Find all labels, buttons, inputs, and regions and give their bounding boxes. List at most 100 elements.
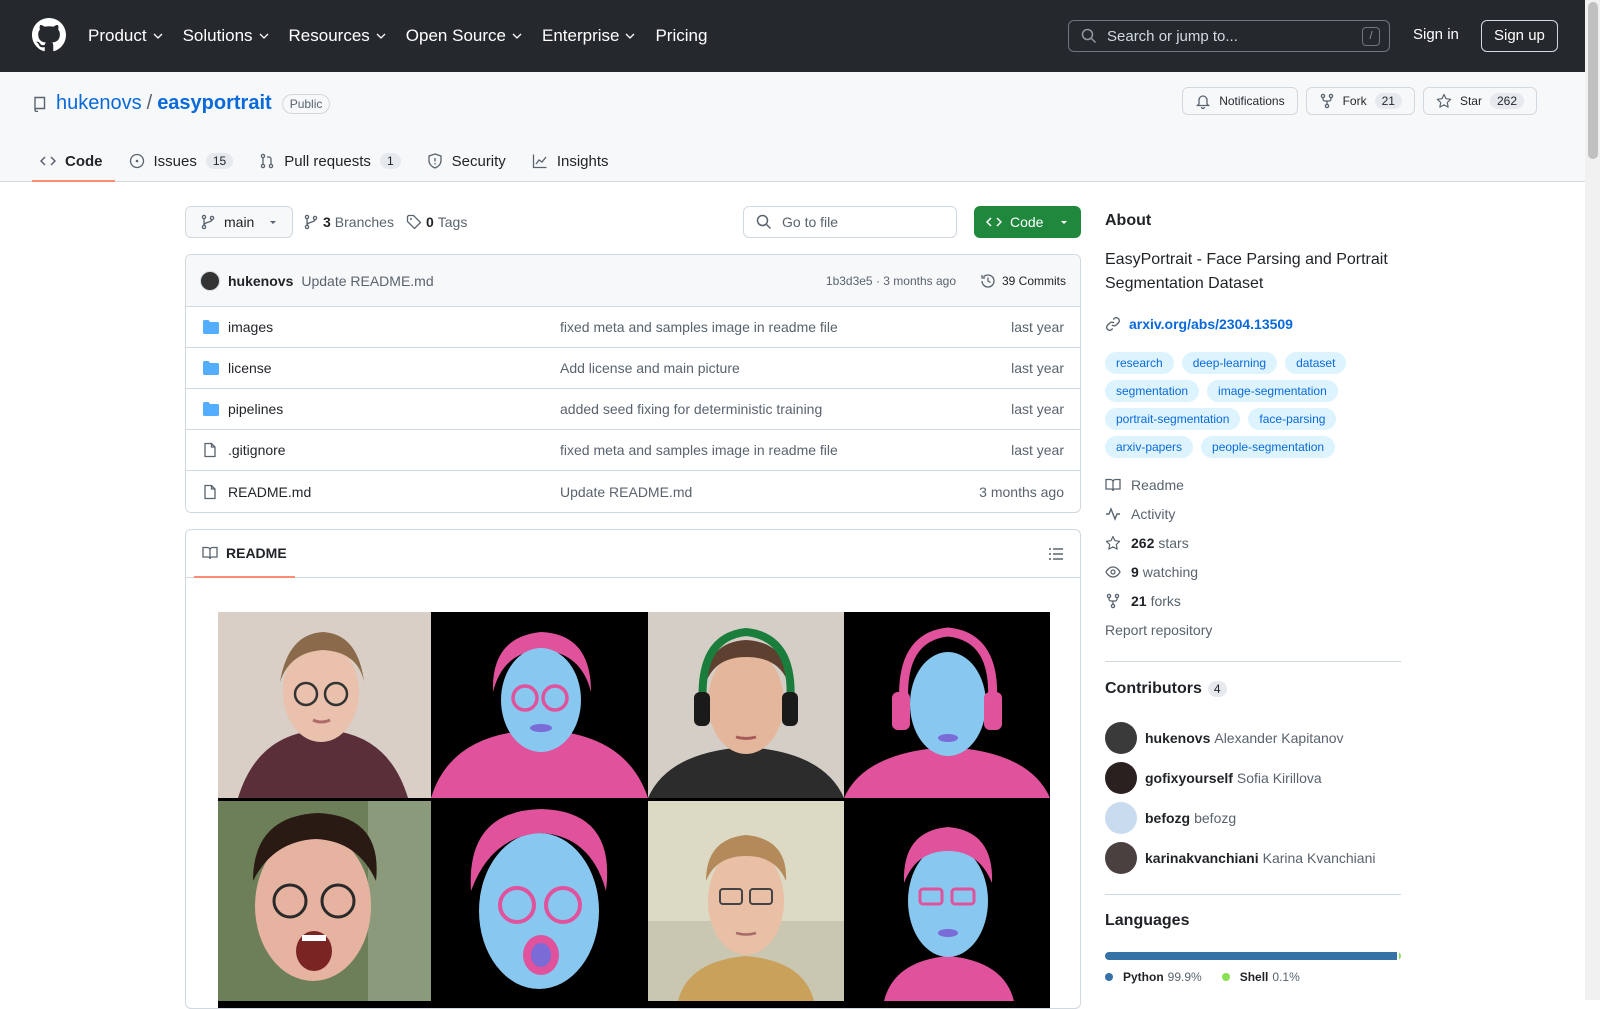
graph-icon xyxy=(532,154,547,169)
go-to-file-input[interactable]: Go to file xyxy=(743,206,957,238)
topic-tag[interactable]: arxiv-papers xyxy=(1105,436,1194,458)
branch-selector[interactable]: main xyxy=(185,206,294,238)
contributor-item[interactable]: befozg befozg xyxy=(1105,798,1375,838)
file-name-link[interactable]: README.md xyxy=(228,484,311,500)
repo-actions: Notifications Fork 21 Star 262 xyxy=(1182,87,1537,115)
fork-button[interactable]: Fork 21 xyxy=(1305,87,1415,115)
branches-label: Branches xyxy=(334,214,394,230)
star-button[interactable]: Star 262 xyxy=(1422,87,1537,115)
topic-tag[interactable]: deep-learning xyxy=(1181,352,1278,374)
search-input[interactable]: Search or jump to... / xyxy=(1068,20,1390,52)
contributor-item[interactable]: gofixyourself Sofia Kirillova xyxy=(1105,758,1375,798)
nav-solutions[interactable]: Solutions xyxy=(183,26,269,46)
contributor-login[interactable]: hukenovs xyxy=(1145,730,1210,746)
file-commit-message[interactable]: fixed meta and samples image in readme f… xyxy=(560,319,838,335)
readme-tab[interactable]: README xyxy=(194,530,295,578)
fork-icon xyxy=(1106,593,1120,608)
commit-author[interactable]: hukenovs xyxy=(228,273,293,289)
avatar[interactable] xyxy=(1105,722,1137,754)
activity-label: Activity xyxy=(1131,505,1176,522)
github-logo-icon[interactable] xyxy=(32,18,66,52)
file-commit-date: last year xyxy=(1011,319,1064,335)
file-name-link[interactable]: .gitignore xyxy=(228,442,286,458)
table-row[interactable]: README.md Update README.md 3 months ago xyxy=(186,471,1080,512)
file-commit-message[interactable]: Add license and main picture xyxy=(560,360,740,376)
repo-owner-link[interactable]: hukenovs xyxy=(56,92,142,115)
homepage-link[interactable]: arxiv.org/abs/2304.13509 xyxy=(1105,316,1293,332)
repo-tabs: Code Issues 15 Pull requests 1 Security … xyxy=(32,140,627,182)
contributors-heading[interactable]: Contributors 4 xyxy=(1105,680,1227,698)
avatar[interactable] xyxy=(1105,842,1137,874)
search-placeholder: Search or jump to... xyxy=(1107,27,1238,45)
file-commit-message[interactable]: fixed meta and samples image in readme f… xyxy=(560,442,838,458)
forks-link[interactable]: 21 forks xyxy=(1105,586,1212,615)
contributor-login[interactable]: gofixyourself xyxy=(1145,770,1233,786)
language-item[interactable]: Python 99.9% xyxy=(1105,970,1202,984)
main-nav: Product Solutions Resources Open Source … xyxy=(88,0,727,72)
sample-mask-1 xyxy=(431,612,648,798)
tab-insights[interactable]: Insights xyxy=(524,140,621,182)
table-row[interactable]: .gitignore fixed meta and samples image i… xyxy=(186,430,1080,471)
contributor-login[interactable]: karinakvanchiani xyxy=(1145,850,1259,866)
file-name-link[interactable]: pipelines xyxy=(228,401,283,417)
star-label: Star xyxy=(1459,94,1482,108)
contributor-item[interactable]: karinakvanchiani Karina Kvanchiani xyxy=(1105,838,1375,878)
commits-history-link[interactable]: 39 Commits xyxy=(980,273,1066,289)
file-name-link[interactable]: images xyxy=(228,319,273,335)
nav-product[interactable]: Product xyxy=(88,26,163,46)
table-row[interactable]: license Add license and main picture last … xyxy=(186,348,1080,389)
sign-in-link[interactable]: Sign in xyxy=(1413,26,1459,43)
chevron-down-icon xyxy=(153,33,163,39)
topic-tag[interactable]: dataset xyxy=(1285,352,1347,374)
nav-pricing[interactable]: Pricing xyxy=(655,26,707,46)
language-item[interactable]: Shell 0.1% xyxy=(1221,970,1300,984)
sign-up-button[interactable]: Sign up xyxy=(1481,20,1558,52)
topic-tag[interactable]: research xyxy=(1105,352,1174,374)
topic-tag[interactable]: face-parsing xyxy=(1248,408,1337,430)
file-type-icon xyxy=(202,442,220,458)
contributor-item[interactable]: hukenovs Alexander Kapitanov xyxy=(1105,718,1375,758)
tab-pull-requests[interactable]: Pull requests 1 xyxy=(251,140,412,182)
file-commit-message[interactable]: Update README.md xyxy=(560,484,692,500)
activity-link[interactable]: Activity xyxy=(1105,499,1212,528)
topic-tag[interactable]: image-segmentation xyxy=(1207,380,1338,402)
stars-link[interactable]: 262 stars xyxy=(1105,528,1212,557)
scrollbar-thumb[interactable] xyxy=(1588,2,1598,159)
tab-issues[interactable]: Issues 15 xyxy=(121,140,246,182)
forks-count: 21 xyxy=(1131,592,1147,609)
latest-commit-bar: hukenovs Update README.md 1b3d3e5 · 3 mo… xyxy=(186,255,1080,307)
commit-sha-time[interactable]: 1b3d3e5 · 3 months ago xyxy=(826,274,956,288)
outline-list-icon[interactable] xyxy=(1048,546,1064,562)
repo-name-link[interactable]: easyportrait xyxy=(157,92,272,115)
topic-tag[interactable]: people-segmentation xyxy=(1201,436,1336,458)
report-label: Report repository xyxy=(1105,621,1213,638)
notifications-button[interactable]: Notifications xyxy=(1182,87,1298,115)
code-dropdown-button[interactable]: Code xyxy=(974,206,1081,238)
file-commit-message[interactable]: added seed fixing for deterministic trai… xyxy=(560,401,822,417)
commit-message[interactable]: Update README.md xyxy=(301,273,433,289)
table-row[interactable]: images fixed meta and samples image in re… xyxy=(186,307,1080,348)
nav-open-source[interactable]: Open Source xyxy=(406,26,522,46)
topic-tag[interactable]: portrait-segmentation xyxy=(1105,408,1241,430)
tags-link[interactable]: 0 Tags xyxy=(406,214,467,230)
report-repository-link[interactable]: Report repository xyxy=(1105,615,1212,644)
repo-title: hukenovs / easyportrait Public xyxy=(32,92,331,115)
nav-enterprise[interactable]: Enterprise xyxy=(542,26,635,46)
watching-link[interactable]: 9 watching xyxy=(1105,557,1212,586)
nav-resources[interactable]: Resources xyxy=(289,26,386,46)
avatar[interactable] xyxy=(1105,802,1137,834)
avatar[interactable] xyxy=(1105,762,1137,794)
table-row[interactable]: pipelines added seed fixing for determini… xyxy=(186,389,1080,430)
tab-security[interactable]: Security xyxy=(419,140,518,182)
shield-icon xyxy=(427,153,442,169)
tab-code[interactable]: Code xyxy=(32,140,115,182)
readme-link[interactable]: Readme xyxy=(1105,470,1212,499)
page-scrollbar[interactable] xyxy=(1585,0,1600,1000)
avatar[interactable] xyxy=(200,270,220,291)
code-icon xyxy=(40,156,56,166)
topic-tag[interactable]: segmentation xyxy=(1105,380,1200,402)
branches-count: 3 xyxy=(323,214,331,230)
branches-link[interactable]: 3 Branches xyxy=(303,214,394,230)
file-name-link[interactable]: license xyxy=(228,360,272,376)
contributor-login[interactable]: befozg xyxy=(1145,810,1190,826)
